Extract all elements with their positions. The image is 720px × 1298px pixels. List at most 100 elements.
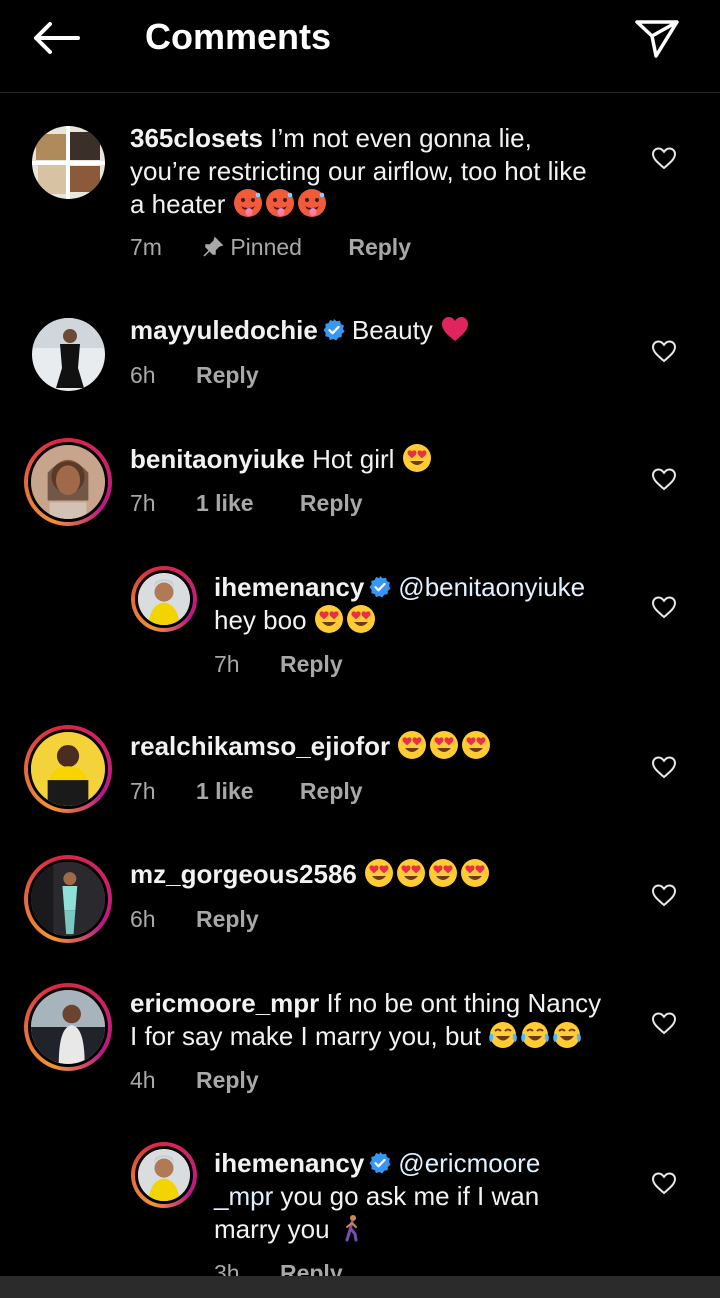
tears-of-joy-emoji bbox=[488, 1020, 518, 1050]
avatar-image bbox=[31, 732, 105, 806]
verified-badge-icon bbox=[368, 1151, 392, 1175]
timestamp: 7h bbox=[214, 651, 240, 677]
comment-text: benitaonyiuke Hot girl bbox=[130, 443, 640, 476]
header-bar: Comments bbox=[0, 0, 720, 93]
avatar bbox=[28, 859, 108, 939]
comment-text: mayyuledochie Beauty bbox=[130, 314, 640, 347]
comment-text: mz_gorgeous2586 bbox=[130, 858, 640, 891]
heart-eyes-emoji bbox=[396, 858, 426, 888]
avatar[interactable] bbox=[32, 126, 105, 199]
heart-eyes-emoji bbox=[429, 730, 459, 760]
avatar-image bbox=[138, 1149, 190, 1201]
timestamp: 6h bbox=[130, 362, 156, 388]
avatar-story-ring[interactable] bbox=[24, 855, 112, 943]
like-count[interactable]: 1 like bbox=[196, 490, 254, 517]
comment-meta: 7m Pinned Reply bbox=[130, 234, 411, 261]
avatar-image bbox=[32, 126, 105, 199]
avatar bbox=[28, 987, 108, 1067]
comment-body-line-2: I for say make I marry you, but bbox=[130, 1021, 482, 1051]
reply-button[interactable]: Reply bbox=[300, 490, 363, 517]
heart-outline-icon[interactable] bbox=[651, 1011, 677, 1035]
reply-button[interactable]: Reply bbox=[196, 362, 259, 389]
pin-icon bbox=[203, 236, 224, 257]
reply-button[interactable]: Reply bbox=[196, 1067, 259, 1094]
pinned-text: Pinned bbox=[230, 234, 302, 260]
comment-body: Hot girl bbox=[312, 444, 395, 474]
verified-badge-icon bbox=[368, 575, 392, 599]
heart-outline-icon[interactable] bbox=[651, 883, 677, 907]
heart-eyes-emoji bbox=[397, 730, 427, 760]
heart-outline-icon[interactable] bbox=[651, 467, 677, 491]
avatar-image bbox=[31, 990, 105, 1064]
hot-face-emoji bbox=[233, 188, 263, 218]
timestamp: 7h bbox=[130, 778, 156, 804]
avatar-story-ring[interactable] bbox=[24, 983, 112, 1071]
comment-body-line-3: a heater bbox=[130, 189, 226, 219]
heart-eyes-emoji bbox=[346, 604, 376, 634]
comment-text: ihemenancy @ericmoore _mpr you go ask me … bbox=[214, 1147, 634, 1246]
avatar bbox=[28, 442, 108, 522]
comment-text: realchikamso_ejiofor bbox=[130, 730, 640, 763]
reply-button[interactable]: Reply bbox=[196, 906, 259, 933]
comment-body-line-2: you go ask me if I wan bbox=[280, 1181, 540, 1211]
comment-body-line-1: I’m not even gonna lie, bbox=[270, 123, 532, 153]
back-button[interactable] bbox=[30, 18, 82, 58]
page-title: Comments bbox=[145, 16, 332, 57]
username[interactable]: ericmoore_mpr bbox=[130, 988, 319, 1018]
mention-link[interactable]: @ericmoore bbox=[398, 1148, 540, 1178]
comment-text: ericmoore_mpr If no be ont thing Nancy I… bbox=[130, 987, 640, 1053]
username[interactable]: benitaonyiuke bbox=[130, 444, 305, 474]
timestamp: 7m bbox=[130, 234, 162, 260]
heart-outline-icon[interactable] bbox=[651, 339, 677, 363]
username[interactable]: 365closets bbox=[130, 123, 263, 153]
tears-of-joy-emoji bbox=[520, 1020, 550, 1050]
username[interactable]: ihemenancy bbox=[214, 1148, 364, 1178]
username[interactable]: realchikamso_ejiofor bbox=[130, 731, 390, 761]
reply-button[interactable]: Reply bbox=[348, 234, 411, 261]
avatar-story-ring[interactable] bbox=[24, 725, 112, 813]
avatar bbox=[135, 570, 193, 628]
avatar-image bbox=[138, 573, 190, 625]
reply-button[interactable]: Reply bbox=[300, 778, 363, 805]
hot-face-emoji bbox=[297, 188, 327, 218]
comment-meta: 4h Reply bbox=[130, 1067, 259, 1094]
username[interactable]: mz_gorgeous2586 bbox=[130, 859, 357, 889]
share-button[interactable] bbox=[633, 14, 681, 62]
heart-outline-icon[interactable] bbox=[651, 146, 677, 170]
timestamp: 7h bbox=[130, 490, 156, 516]
comment-body: hey boo bbox=[214, 605, 307, 635]
comment-body: Beauty bbox=[351, 315, 433, 345]
reply-button[interactable]: Reply bbox=[280, 651, 343, 678]
heart-eyes-emoji bbox=[314, 604, 344, 634]
mention-link-continued[interactable]: _mpr bbox=[214, 1181, 273, 1211]
avatar bbox=[28, 729, 108, 809]
comment-meta: 7h Reply bbox=[214, 651, 343, 678]
heart-outline-icon[interactable] bbox=[651, 755, 677, 779]
comment-meta: 6h Reply bbox=[130, 362, 259, 389]
avatar-story-ring[interactable] bbox=[131, 566, 197, 632]
heart-eyes-emoji bbox=[461, 730, 491, 760]
timestamp: 6h bbox=[130, 906, 156, 932]
like-count[interactable]: 1 like bbox=[196, 778, 254, 805]
avatar-story-ring[interactable] bbox=[131, 1142, 197, 1208]
comment-body-line-2: you’re restricting our airflow, too hot … bbox=[130, 156, 587, 186]
username[interactable]: ihemenancy bbox=[214, 572, 364, 602]
red-heart-emoji bbox=[440, 314, 470, 344]
send-icon bbox=[635, 20, 679, 58]
avatar-story-ring[interactable] bbox=[24, 438, 112, 526]
bottom-overlay-bar bbox=[0, 1276, 720, 1298]
hot-face-emoji bbox=[265, 188, 295, 218]
avatar bbox=[135, 1146, 193, 1204]
mention-link[interactable]: @benitaonyiuke bbox=[398, 572, 585, 602]
heart-eyes-emoji bbox=[364, 858, 394, 888]
arrow-left-icon bbox=[34, 22, 80, 54]
avatar-image bbox=[31, 445, 105, 519]
avatar[interactable] bbox=[32, 318, 105, 391]
heart-outline-icon[interactable] bbox=[651, 595, 677, 619]
comment-body-line-1: If no be ont thing Nancy bbox=[326, 988, 602, 1018]
pinned-label: Pinned bbox=[202, 234, 302, 261]
tears-of-joy-emoji bbox=[552, 1020, 582, 1050]
avatar-image bbox=[31, 862, 105, 936]
username[interactable]: mayyuledochie bbox=[130, 315, 318, 345]
heart-outline-icon[interactable] bbox=[651, 1171, 677, 1195]
